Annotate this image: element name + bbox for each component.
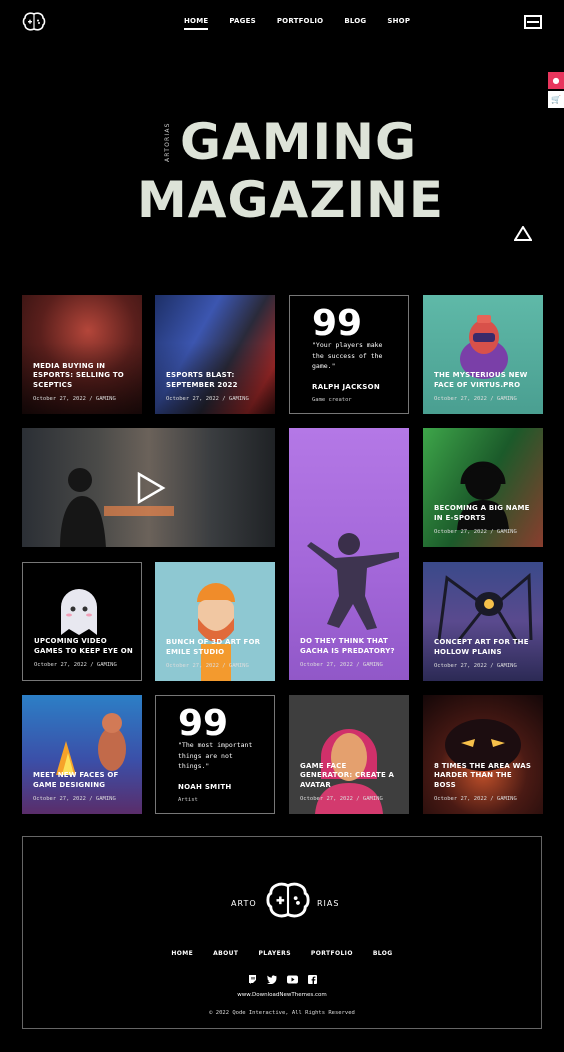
nav-shop[interactable]: SHOP (387, 17, 410, 25)
card-title[interactable]: THE MYSTERIOUS NEW FACE OF VIRTUS.PRO (434, 371, 535, 390)
hero-side-label: ARTORIAS (164, 122, 171, 162)
ninja-character-image (307, 533, 399, 630)
nav-home[interactable]: HOME (184, 17, 209, 30)
quote-author: NOAH SMITH (178, 783, 232, 791)
scroll-triangle-icon[interactable] (514, 226, 532, 241)
card-title[interactable]: BECOMING A BIG NAME IN E-SPORTS (434, 504, 535, 523)
card-meta: October 27, 2022 / GAMING (166, 663, 249, 669)
brain-logo-icon[interactable] (22, 12, 46, 32)
side-tabs: ● 🛒 (548, 72, 564, 110)
card-meta: October 27, 2022 / GAMING (33, 796, 116, 802)
card-meta: October 27, 2022 / GAMING (434, 396, 517, 402)
post-card[interactable]: ESPORTS BLAST: SEPTEMBER 2022 October 27… (155, 295, 275, 414)
nav-pages[interactable]: PAGES (229, 17, 255, 25)
card-meta: October 27, 2022 / GAMING (300, 662, 383, 668)
post-card[interactable]: MEET NEW FACES OF GAME DESIGNING October… (22, 695, 142, 814)
quote-author: RALPH JACKSON (312, 383, 381, 391)
card-meta: October 27, 2022 / GAMING (434, 663, 517, 669)
post-card[interactable]: BUNCH OF 3D ART FOR EMILE STUDIO October… (155, 562, 275, 681)
purchase-icon[interactable]: ● (548, 72, 564, 89)
brain-controller-icon (266, 882, 310, 918)
twitter-icon[interactable] (266, 975, 277, 984)
footer-site-link[interactable]: www.DownloadNewThemes.com (23, 992, 541, 998)
quote-text: "The most important things are not thing… (178, 741, 253, 770)
footer-nav-players[interactable]: PLAYERS (258, 950, 290, 957)
footer-logo-right: RIAS (317, 899, 340, 908)
post-card[interactable]: THE MYSTERIOUS NEW FACE OF VIRTUS.PRO Oc… (423, 295, 543, 414)
card-title[interactable]: BUNCH OF 3D ART FOR EMILE STUDIO (166, 638, 267, 657)
card-meta: October 27, 2022 / GAMING (300, 796, 383, 802)
footer-nav: HOME ABOUT PLAYERS PORTFOLIO BLOG (23, 950, 541, 957)
quote-icon: 99 (312, 303, 363, 344)
card-title[interactable]: CONCEPT ART FOR THE HOLLOW PLAINS (434, 638, 535, 657)
footer-nav-portfolio[interactable]: PORTFOLIO (311, 950, 353, 957)
nav-blog[interactable]: BLOG (344, 17, 366, 25)
card-title[interactable]: MEET NEW FACES OF GAME DESIGNING (33, 771, 134, 790)
youtube-icon[interactable] (286, 975, 298, 984)
post-card[interactable]: BECOMING A BIG NAME IN E-SPORTS October … (423, 428, 543, 547)
post-card[interactable]: CONCEPT ART FOR THE HOLLOW PLAINS Octobe… (423, 562, 543, 681)
footer-nav-blog[interactable]: BLOG (373, 950, 393, 957)
post-card[interactable]: GAME FACE GENERATOR: CREATE A AVATAR Oct… (289, 695, 409, 814)
card-meta: October 27, 2022 / GAMING (166, 396, 249, 402)
social-links (23, 975, 541, 984)
lamp-glow (104, 506, 174, 516)
menu-icon[interactable] (524, 15, 542, 29)
card-title[interactable]: UPCOMING VIDEO GAMES TO KEEP EYE ON (34, 637, 133, 656)
twitch-icon[interactable] (248, 975, 257, 984)
card-meta: October 27, 2022 / GAMING (34, 662, 117, 668)
card-meta: October 27, 2022 / GAMING (434, 529, 517, 535)
card-title[interactable]: DO THEY THINK THAT GACHA IS PREDATORY? (300, 637, 401, 656)
quote-card: 99 "Your players make the success of the… (289, 295, 409, 414)
hero-title-line2: MAGAZINE (137, 171, 445, 229)
card-title[interactable]: GAME FACE GENERATOR: CREATE A AVATAR (300, 762, 401, 791)
footer-copyright: © 2022 Qode Interactive, All Rights Rese… (209, 1010, 355, 1016)
card-title[interactable]: MEDIA BUYING IN ESPORTS: SELLING TO SCEP… (33, 362, 134, 391)
video-card[interactable] (22, 428, 275, 547)
facebook-icon[interactable] (307, 975, 317, 984)
quote-card: 99 "The most important things are not th… (155, 695, 275, 814)
cart-icon[interactable]: 🛒 (548, 91, 564, 108)
card-title[interactable]: ESPORTS BLAST: SEPTEMBER 2022 (166, 371, 267, 390)
quote-role: Artist (178, 797, 198, 803)
quote-role: Game creator (312, 397, 352, 403)
post-card[interactable]: UPCOMING VIDEO GAMES TO KEEP EYE ON Octo… (22, 562, 142, 681)
footer-logo[interactable]: ARTO RIAS (229, 881, 339, 925)
main-nav: HOME PAGES PORTFOLIO BLOG SHOP (184, 17, 431, 30)
footer-nav-home[interactable]: HOME (171, 950, 193, 957)
hero-title-line1: GAMING (180, 113, 417, 171)
ghost-character-image (61, 589, 97, 635)
footer-logo-left: ARTO (231, 899, 257, 908)
card-meta: October 27, 2022 / GAMING (33, 396, 116, 402)
footer-nav-about[interactable]: ABOUT (213, 950, 238, 957)
play-icon[interactable] (132, 471, 166, 505)
person-silhouette-image (60, 468, 106, 547)
card-title[interactable]: 8 TIMES THE AREA WAS HARDER THAN THE BOS… (434, 762, 535, 791)
footer: ARTO RIAS HOME ABOUT PLAYERS PORTFOLIO B… (22, 836, 542, 1029)
nav-portfolio[interactable]: PORTFOLIO (277, 17, 323, 25)
post-card[interactable]: 8 TIMES THE AREA WAS HARDER THAN THE BOS… (423, 695, 543, 814)
post-card[interactable]: MEDIA BUYING IN ESPORTS: SELLING TO SCEP… (22, 295, 142, 414)
quote-icon: 99 (178, 703, 229, 744)
post-card-tall[interactable]: DO THEY THINK THAT GACHA IS PREDATORY? O… (289, 428, 409, 680)
card-meta: October 27, 2022 / GAMING (434, 796, 517, 802)
quote-text: "Your players make the success of the ga… (312, 341, 383, 370)
